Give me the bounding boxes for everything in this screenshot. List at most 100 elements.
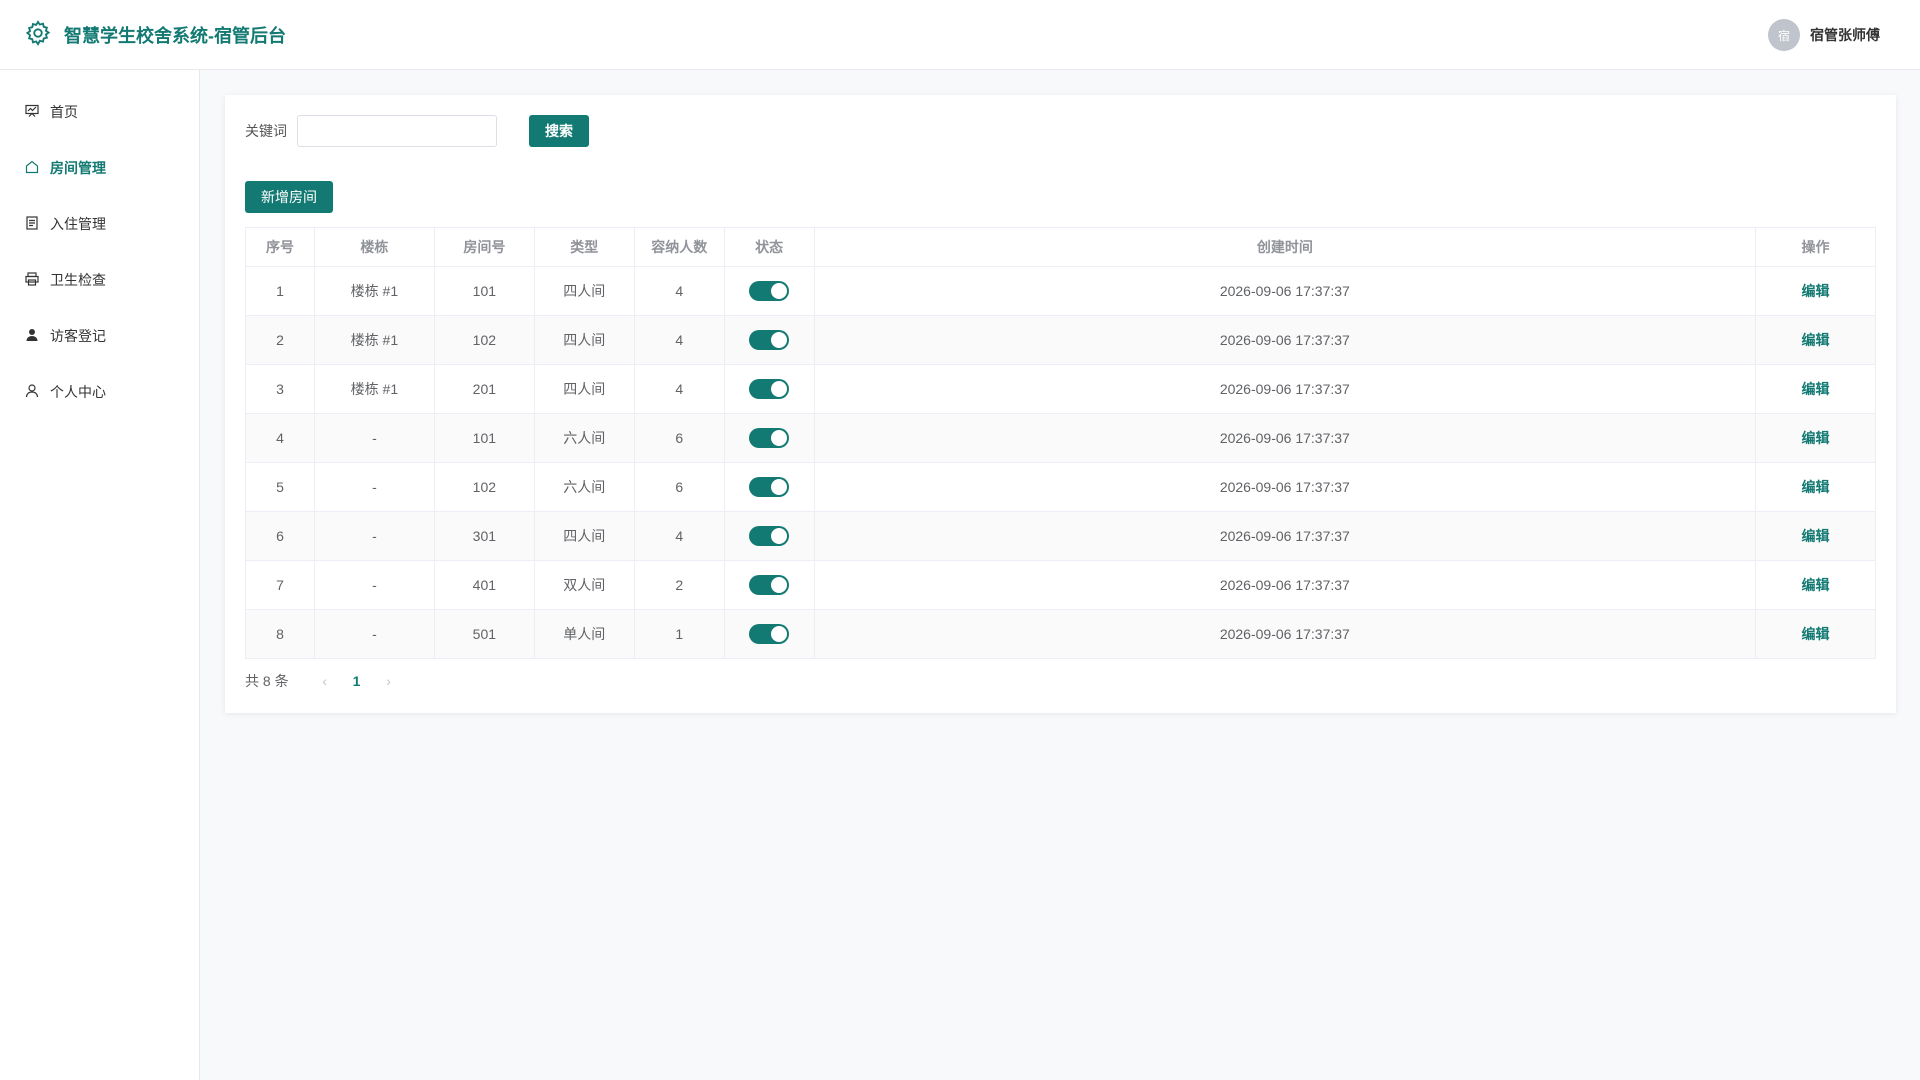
cell-index: 3 bbox=[245, 364, 315, 414]
cell-room: 101 bbox=[433, 266, 535, 316]
column-header: 操作 bbox=[1755, 227, 1876, 267]
cell-type: 双人间 bbox=[533, 560, 635, 610]
sidebar-item-label: 房间管理 bbox=[50, 160, 106, 176]
cell-capacity: 4 bbox=[633, 364, 725, 414]
cell-building: - bbox=[313, 560, 435, 610]
user-icon bbox=[24, 383, 50, 402]
sidebar-item-rooms[interactable]: 房间管理 bbox=[0, 140, 199, 196]
cell-action: 编辑 bbox=[1755, 315, 1876, 365]
chevron-right-icon[interactable]: › bbox=[373, 673, 405, 689]
edit-link[interactable]: 编辑 bbox=[1802, 577, 1830, 593]
cell-room: 102 bbox=[433, 462, 535, 512]
table-row: 1 楼栋 #1 101 四人间 4 2026-09-06 17:37:37 编辑 bbox=[245, 266, 1876, 316]
table-row: 4 - 101 六人间 6 2026-09-06 17:37:37 编辑 bbox=[245, 413, 1876, 463]
status-toggle[interactable] bbox=[749, 624, 790, 644]
edit-link[interactable]: 编辑 bbox=[1802, 283, 1830, 299]
app-title: 智慧学生校舍系统-宿管后台 bbox=[64, 25, 286, 46]
cell-room: 401 bbox=[433, 560, 535, 610]
chevron-left-icon[interactable]: ‹ bbox=[309, 673, 341, 689]
cell-created: 2026-09-06 17:37:37 bbox=[813, 413, 1757, 463]
cell-building: - bbox=[313, 413, 435, 463]
sidebar-item-checkin[interactable]: 入住管理 bbox=[0, 196, 199, 252]
edit-link[interactable]: 编辑 bbox=[1802, 430, 1830, 446]
edit-link[interactable]: 编辑 bbox=[1802, 626, 1830, 642]
cell-status bbox=[723, 364, 815, 414]
pagination-total: 共 8 条 bbox=[245, 673, 289, 689]
column-header: 房间号 bbox=[433, 227, 535, 267]
logo: 智慧学生校舍系统-宿管后台 bbox=[24, 19, 286, 50]
search-button[interactable]: 搜索 bbox=[529, 115, 589, 147]
sidebar-item-profile[interactable]: 个人中心 bbox=[0, 364, 199, 420]
cell-status bbox=[723, 462, 815, 512]
cell-status bbox=[723, 315, 815, 365]
edit-link[interactable]: 编辑 bbox=[1802, 381, 1830, 397]
cell-building: 楼栋 #1 bbox=[313, 266, 435, 316]
cell-action: 编辑 bbox=[1755, 266, 1876, 316]
cell-created: 2026-09-06 17:37:37 bbox=[813, 609, 1757, 659]
cell-room: 101 bbox=[433, 413, 535, 463]
avatar[interactable]: 宿 bbox=[1768, 19, 1800, 51]
cell-status bbox=[723, 266, 815, 316]
table-row: 3 楼栋 #1 201 四人间 4 2026-09-06 17:37:37 编辑 bbox=[245, 364, 1876, 414]
cell-index: 5 bbox=[245, 462, 315, 512]
edit-link[interactable]: 编辑 bbox=[1802, 479, 1830, 495]
sidebar-item-label: 访客登记 bbox=[50, 328, 106, 344]
cell-action: 编辑 bbox=[1755, 462, 1876, 512]
edit-link[interactable]: 编辑 bbox=[1802, 528, 1830, 544]
gear-icon bbox=[24, 19, 52, 50]
column-header: 容纳人数 bbox=[633, 227, 725, 267]
cell-action: 编辑 bbox=[1755, 609, 1876, 659]
status-toggle[interactable] bbox=[749, 526, 790, 546]
cell-capacity: 6 bbox=[633, 413, 725, 463]
search-bar: 关键词 搜索 bbox=[245, 115, 1876, 147]
cell-status bbox=[723, 560, 815, 610]
table-row: 6 - 301 四人间 4 2026-09-06 17:37:37 编辑 bbox=[245, 511, 1876, 561]
cell-building: - bbox=[313, 609, 435, 659]
status-toggle[interactable] bbox=[749, 330, 790, 350]
user-filled-icon bbox=[24, 327, 50, 346]
cell-type: 四人间 bbox=[533, 364, 635, 414]
column-header: 序号 bbox=[245, 227, 315, 267]
edit-link[interactable]: 编辑 bbox=[1802, 332, 1830, 348]
table-row: 7 - 401 双人间 2 2026-09-06 17:37:37 编辑 bbox=[245, 560, 1876, 610]
status-toggle[interactable] bbox=[749, 477, 790, 497]
search-label: 关键词 bbox=[245, 123, 287, 139]
cell-status bbox=[723, 609, 815, 659]
sidebar-item-hygiene[interactable]: 卫生检查 bbox=[0, 252, 199, 308]
cell-building: - bbox=[313, 462, 435, 512]
search-input[interactable] bbox=[297, 115, 497, 147]
top-header: 智慧学生校舍系统-宿管后台 宿 宿管张师傅 bbox=[0, 0, 1920, 70]
cell-type: 单人间 bbox=[533, 609, 635, 659]
cell-type: 六人间 bbox=[533, 462, 635, 512]
column-header: 创建时间 bbox=[813, 227, 1757, 267]
cell-type: 四人间 bbox=[533, 266, 635, 316]
dashboard-icon bbox=[24, 103, 50, 122]
status-toggle[interactable] bbox=[749, 379, 790, 399]
status-toggle[interactable] bbox=[749, 281, 790, 301]
cell-index: 8 bbox=[245, 609, 315, 659]
sidebar-item-home[interactable]: 首页 bbox=[0, 84, 199, 140]
add-room-button[interactable]: 新增房间 bbox=[245, 181, 333, 213]
table-row: 8 - 501 单人间 1 2026-09-06 17:37:37 编辑 bbox=[245, 609, 1876, 659]
cell-building: 楼栋 #1 bbox=[313, 315, 435, 365]
cell-index: 1 bbox=[245, 266, 315, 316]
status-toggle[interactable] bbox=[749, 575, 790, 595]
table-row: 2 楼栋 #1 102 四人间 4 2026-09-06 17:37:37 编辑 bbox=[245, 315, 1876, 365]
user-name[interactable]: 宿管张师傅 bbox=[1810, 25, 1880, 45]
column-header: 类型 bbox=[533, 227, 635, 267]
cell-room: 102 bbox=[433, 315, 535, 365]
column-header: 楼栋 bbox=[313, 227, 435, 267]
cell-created: 2026-09-06 17:37:37 bbox=[813, 266, 1757, 316]
page-number[interactable]: 1 bbox=[341, 673, 373, 689]
cell-room: 301 bbox=[433, 511, 535, 561]
content-panel: 关键词 搜索 新增房间 序号 楼栋 房间号 类型 容纳人数 状态 创建时间 操作… bbox=[225, 95, 1896, 713]
sidebar-item-visitors[interactable]: 访客登记 bbox=[0, 308, 199, 364]
table-row: 5 - 102 六人间 6 2026-09-06 17:37:37 编辑 bbox=[245, 462, 1876, 512]
sidebar-item-label: 个人中心 bbox=[50, 384, 106, 400]
status-toggle[interactable] bbox=[749, 428, 790, 448]
cell-type: 四人间 bbox=[533, 511, 635, 561]
user-menu[interactable]: 宿 宿管张师傅 bbox=[1768, 19, 1880, 51]
sidebar-item-label: 首页 bbox=[50, 104, 78, 120]
sidebar-item-label: 卫生检查 bbox=[50, 272, 106, 288]
home-icon bbox=[24, 159, 50, 178]
